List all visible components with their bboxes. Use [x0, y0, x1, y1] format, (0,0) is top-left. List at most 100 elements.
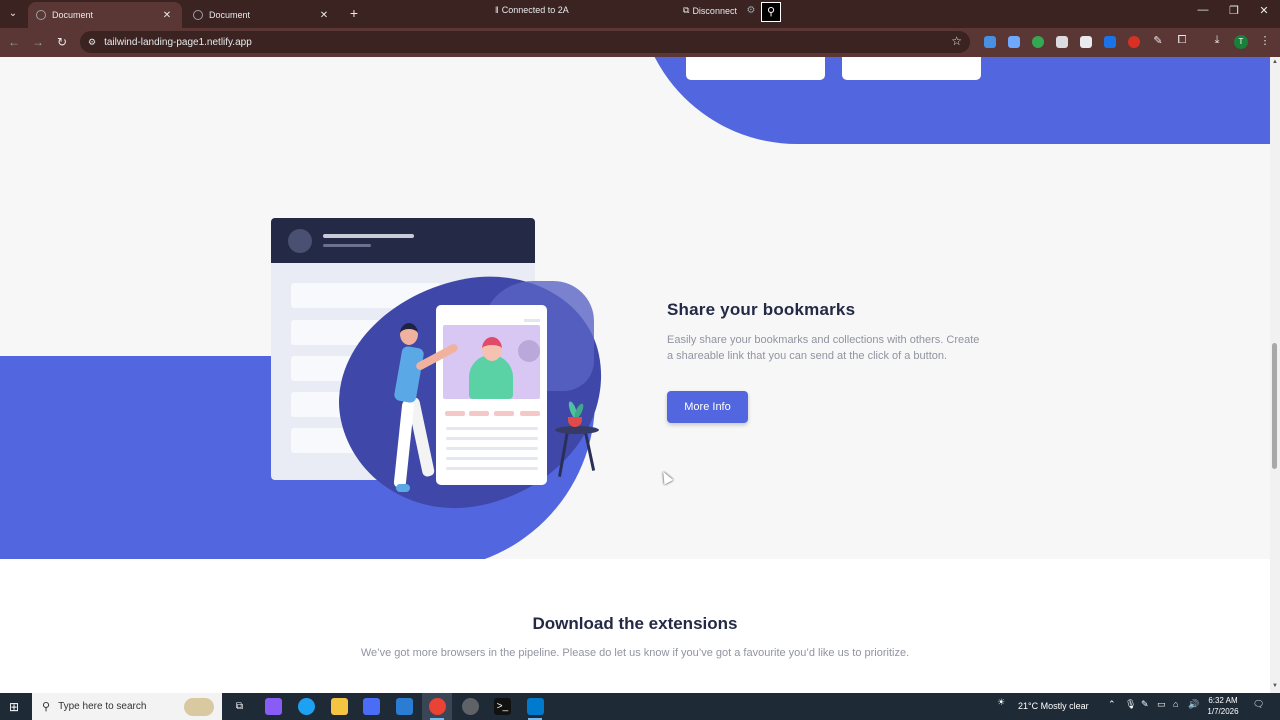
globe-icon [193, 10, 203, 20]
taskbar-search[interactable]: ⚲ Type here to search [32, 693, 222, 720]
tab-document-2[interactable]: Document ✕ [185, 2, 339, 28]
edge-browser-icon[interactable] [298, 698, 315, 715]
illustration-avatar [288, 229, 312, 253]
window-close-icon[interactable]: ✕ [1254, 4, 1274, 17]
illustration-text-line [446, 427, 538, 430]
download-section: Download the extensions We’ve got more b… [0, 559, 1270, 693]
disconnect-label: Disconnect [692, 5, 737, 16]
search-placeholder[interactable]: Type here to search [58, 701, 146, 712]
scroll-up-arrow-icon[interactable]: ▲ [1271, 59, 1279, 67]
illustration-pink-bar [520, 411, 540, 416]
forward-arrow-icon[interactable]: → [30, 34, 46, 50]
extension-icon[interactable] [1104, 36, 1116, 48]
illustration-man-head [400, 323, 418, 345]
copilot-icon[interactable] [265, 698, 282, 715]
tab-title: Document [209, 10, 251, 20]
new-tab-plus-icon[interactable]: + [346, 5, 362, 21]
pin-icon[interactable]: ⚲ [761, 2, 781, 22]
vscode-icon[interactable] [527, 698, 544, 715]
url-text[interactable]: tailwind-landing-page1.netlify.app [104, 37, 252, 48]
profile-avatar[interactable]: T [1234, 35, 1248, 49]
download-subtitle: We’ve got more browsers in the pipeline.… [360, 647, 910, 659]
tab-document-1[interactable]: Document ✕ [28, 2, 182, 28]
connection-bar-icon: ‖ [495, 5, 499, 15]
taskbar-clock[interactable]: 6:32 AM 1/7/2026 [1200, 695, 1246, 717]
shield-icon[interactable] [1056, 36, 1068, 48]
puzzle-extensions-icon[interactable]: ⧠ [1175, 34, 1189, 47]
illustration-document [436, 305, 547, 485]
scrollbar-thumb[interactable] [1272, 343, 1277, 469]
illustration-pink-bar [469, 411, 489, 416]
chrome-icon[interactable] [429, 698, 446, 715]
extension-icon[interactable] [1032, 36, 1044, 48]
download-title: Download the extensions [532, 614, 738, 633]
feature-description: Easily share your bookmarks and collecti… [667, 334, 980, 362]
microphone-icon[interactable]: 🎙 [1125, 699, 1136, 710]
volume-icon[interactable]: 🔊 [1188, 699, 1199, 710]
disconnect-button[interactable]: ⧉ Disconnect [683, 5, 737, 16]
bookmark-star-icon[interactable]: ☆ [951, 34, 962, 48]
chrome-profile-icon[interactable] [462, 698, 479, 715]
illustration-text-line [446, 457, 538, 460]
site-info-icon[interactable]: ⚙ [88, 37, 96, 48]
address-bar[interactable]: ⚙ tailwind-landing-page1.netlify.app ☆ [80, 31, 970, 53]
illustration-sun [518, 340, 540, 362]
remote-status: ‖ Connected to 2A [495, 5, 569, 15]
windows-taskbar: ⊞ ⚲ Type here to search ⧉ >_ ☀ 21°C Most… [0, 693, 1280, 720]
close-icon[interactable]: ✕ [160, 10, 174, 21]
illustration-line [323, 234, 414, 238]
clock-date: 1/7/2026 [1207, 707, 1239, 716]
extension-icon[interactable] [1128, 36, 1140, 48]
illustration-man-shoe [396, 484, 410, 492]
page-viewport: Share your bookmarks Easily share your b… [0, 57, 1270, 693]
pen-icon[interactable]: ✎ [1141, 699, 1149, 710]
remote-status-text: Connected to 2A [501, 5, 569, 15]
page-scrollbar[interactable]: ▲ ▼ [1270, 57, 1280, 693]
browser-toolbar: ← → ↻ ⚙ tailwind-landing-page1.netlify.a… [0, 28, 1280, 57]
store-icon[interactable] [363, 698, 380, 715]
windows-start-icon[interactable]: ⊞ [6, 699, 22, 715]
extension-card [686, 57, 825, 80]
illustration-pink-bar [494, 411, 514, 416]
search-highlight-art [184, 698, 214, 716]
weather-text[interactable]: 21°C Mostly clear [1018, 701, 1089, 711]
notification-icon[interactable]: 🗨 [1253, 699, 1264, 710]
illustration-text-line [446, 467, 538, 470]
feature-title: Share your bookmarks [667, 300, 856, 319]
menu-kebab-icon[interactable]: ⋮ [1258, 34, 1272, 47]
browser-tab-strip: ⌄ Document ✕ Document ✕ + ‖ Connected to… [0, 0, 1280, 28]
terminal-icon[interactable]: >_ [494, 698, 511, 715]
disconnect-icon: ⧉ [683, 5, 690, 15]
tab-search-chevron-icon[interactable]: ⌄ [4, 5, 22, 23]
back-arrow-icon[interactable]: ← [6, 34, 22, 50]
network-icon[interactable]: ⌂ [1173, 699, 1178, 709]
tray-chevron-up-icon[interactable]: ⌃ [1108, 699, 1116, 710]
scroll-down-arrow-icon[interactable]: ▼ [1271, 683, 1279, 691]
mail-icon[interactable] [396, 698, 413, 715]
extension-icon[interactable] [984, 36, 996, 48]
tab-title: Document [52, 10, 94, 20]
globe-icon [36, 10, 46, 20]
task-view-icon[interactable]: ⧉ [231, 698, 248, 715]
illustration-text-line [446, 447, 538, 450]
more-info-button[interactable]: More Info [667, 391, 748, 423]
weather-icon[interactable]: ☀ [997, 697, 1005, 708]
monitor-icon[interactable]: ▭ [1157, 699, 1166, 710]
illustration-tag [524, 319, 540, 322]
illustration-pink-bar [445, 411, 465, 416]
download-icon[interactable]: ⤓ [1210, 34, 1224, 47]
minimize-icon[interactable]: — [1193, 4, 1213, 16]
illustration-woman-head [482, 337, 502, 361]
extension-icon[interactable] [1008, 36, 1020, 48]
eyedropper-icon[interactable]: ✎ [1151, 34, 1165, 47]
extension-icon[interactable] [1080, 36, 1092, 48]
illustration-table [555, 426, 599, 434]
illustration-header [271, 218, 535, 263]
clock-time: 6:32 AM [1208, 696, 1238, 705]
gear-icon[interactable]: ⚙ [744, 4, 758, 18]
reload-icon[interactable]: ↻ [54, 34, 70, 50]
illustration-woman [469, 355, 513, 399]
file-explorer-icon[interactable] [331, 698, 348, 715]
restore-icon[interactable]: ❐ [1224, 4, 1244, 17]
close-icon[interactable]: ✕ [317, 10, 331, 21]
